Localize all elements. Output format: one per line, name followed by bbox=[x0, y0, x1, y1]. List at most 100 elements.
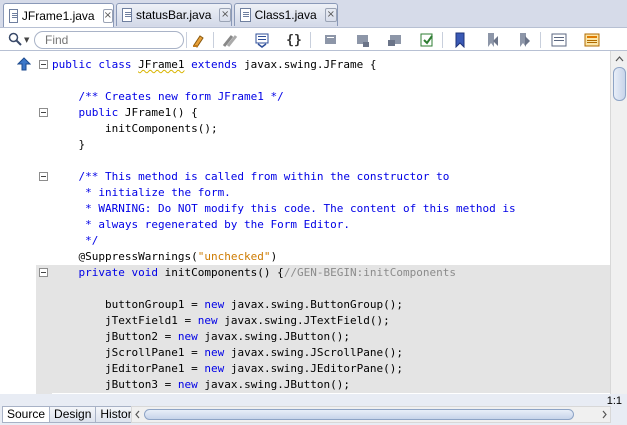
tab-source[interactable]: Source bbox=[2, 406, 50, 423]
code-line[interactable]: @SuppressWarnings("unchecked") bbox=[52, 249, 610, 265]
code-token: new bbox=[177, 378, 205, 391]
code-token: public bbox=[52, 106, 125, 119]
code-line[interactable]: public class JFrame1 extends javax.swing… bbox=[52, 57, 610, 73]
code-line[interactable]: jEditorPane1 = new javax.swing.JEditorPa… bbox=[52, 361, 610, 377]
view-switcher: Source Design History bbox=[2, 406, 143, 423]
previous-bookmark-icon[interactable] bbox=[221, 31, 239, 49]
code-line[interactable]: jScrollPane1 = new javax.swing.JScrollPa… bbox=[52, 345, 610, 361]
code-line[interactable]: /** This method is called from within th… bbox=[52, 169, 610, 185]
code-line[interactable]: public JFrame1() { bbox=[52, 105, 610, 121]
code-line[interactable]: buttonGroup1 = new javax.swing.ButtonGro… bbox=[52, 297, 610, 313]
fold-collapse-icon[interactable] bbox=[39, 60, 48, 69]
shift-left-icon[interactable] bbox=[550, 31, 568, 49]
code-token: private void bbox=[52, 266, 165, 279]
forward-icon[interactable] bbox=[354, 31, 372, 49]
tab-statusbar[interactable]: statusBar.java × bbox=[116, 3, 232, 26]
search-icon[interactable] bbox=[8, 32, 22, 46]
scroll-left-icon[interactable] bbox=[133, 409, 143, 420]
code-token: "unchecked" bbox=[197, 250, 271, 263]
horizontal-scroll-thumb[interactable] bbox=[144, 409, 574, 420]
close-tab-icon[interactable]: × bbox=[102, 8, 113, 23]
next-occurrence-icon[interactable] bbox=[515, 31, 533, 49]
macro-icon[interactable] bbox=[583, 31, 601, 49]
code-token: jButton3 = bbox=[52, 378, 178, 391]
code-token: javax.swing.JButton(); bbox=[204, 330, 351, 343]
fold-collapse-icon[interactable] bbox=[39, 108, 48, 117]
java-file-icon bbox=[122, 8, 133, 22]
code-token: buttonGroup1 = bbox=[52, 298, 205, 311]
tab-class1[interactable]: Class1.java × bbox=[234, 3, 338, 26]
previous-occurrence-icon[interactable] bbox=[483, 31, 501, 49]
code-line[interactable]: * initialize the form. bbox=[52, 185, 610, 201]
toolbar-separator bbox=[186, 32, 187, 48]
code-line[interactable]: jTextField1 = new javax.swing.JTextField… bbox=[52, 313, 610, 329]
code-text[interactable]: public class JFrame1 extends javax.swing… bbox=[52, 51, 610, 394]
code-token: javax.swing.JScrollPane(); bbox=[230, 346, 404, 359]
code-line[interactable]: private void initComponents() {//GEN-BEG… bbox=[52, 265, 610, 281]
code-line[interactable]: * always regenerated by the Form Editor. bbox=[52, 217, 610, 233]
code-token: public class bbox=[52, 58, 139, 71]
close-tab-icon[interactable]: × bbox=[324, 8, 337, 22]
code-line[interactable] bbox=[52, 281, 610, 297]
gutter-highlight bbox=[36, 265, 52, 394]
code-token: /** This method is called from within th… bbox=[52, 170, 450, 183]
code-token: initComponents() { bbox=[164, 266, 284, 279]
tab-design[interactable]: Design bbox=[49, 406, 96, 423]
editor-status-bar: 1:1 Source Design History bbox=[0, 394, 627, 425]
fold-collapse-icon[interactable] bbox=[39, 172, 48, 181]
code-token: javax.swing.JButton(); bbox=[204, 378, 351, 391]
toggle-highlight-icon[interactable] bbox=[190, 31, 208, 49]
go-to-super-implementation-icon[interactable] bbox=[17, 57, 31, 71]
vertical-scrollbar[interactable] bbox=[610, 51, 627, 394]
code-token: @SuppressWarnings( bbox=[52, 250, 198, 263]
fold-collapse-icon[interactable] bbox=[39, 268, 48, 277]
code-token: JFrame1 bbox=[138, 58, 185, 71]
code-token: ) bbox=[270, 250, 278, 263]
code-line[interactable]: } bbox=[52, 137, 610, 153]
code-token: new bbox=[204, 298, 231, 311]
code-token: } bbox=[52, 138, 86, 151]
scroll-right-icon[interactable] bbox=[599, 409, 609, 420]
code-line[interactable]: jButton2 = new javax.swing.JButton(); bbox=[52, 329, 610, 345]
code-token: jEditorPane1 = bbox=[52, 362, 205, 375]
code-line[interactable]: initComponents(); bbox=[52, 121, 610, 137]
code-token: javax.swing.JEditorPane(); bbox=[230, 362, 404, 375]
toggle-braces-icon[interactable]: {} bbox=[285, 31, 303, 49]
code-token: jScrollPane1 = bbox=[52, 346, 205, 359]
tab-label: statusBar.java bbox=[136, 8, 212, 22]
editor-toolbar: ▼ {} bbox=[0, 27, 627, 51]
close-tab-icon[interactable]: × bbox=[219, 8, 231, 22]
code-token: * WARNING: Do NOT modify this code. The … bbox=[52, 202, 516, 215]
toggle-bookmark-icon[interactable] bbox=[451, 31, 469, 49]
code-token: javax.swing.ButtonGroup(); bbox=[230, 298, 404, 311]
code-editor[interactable]: public class JFrame1 extends javax.swing… bbox=[0, 51, 610, 394]
code-line[interactable] bbox=[52, 153, 610, 169]
toolbar-separator bbox=[540, 32, 541, 48]
code-token: new bbox=[197, 314, 225, 327]
code-line[interactable] bbox=[52, 73, 610, 89]
code-token: javax.swing.JTextField(); bbox=[224, 314, 390, 327]
back-icon[interactable] bbox=[322, 31, 340, 49]
code-token: jTextField1 = bbox=[52, 314, 198, 327]
code-line[interactable]: /** Creates new form JFrame1 */ bbox=[52, 89, 610, 105]
search-options-dropdown-icon[interactable]: ▼ bbox=[24, 36, 29, 44]
code-token: extends bbox=[184, 58, 245, 71]
code-token: new bbox=[204, 362, 231, 375]
code-line[interactable]: */ bbox=[52, 233, 610, 249]
next-bookmark-icon[interactable] bbox=[253, 31, 271, 49]
history-icon[interactable] bbox=[386, 31, 404, 49]
scroll-up-icon[interactable] bbox=[613, 53, 626, 66]
last-edit-icon[interactable] bbox=[418, 31, 436, 49]
code-line[interactable]: jButton3 = new javax.swing.JButton(); bbox=[52, 377, 610, 393]
code-token: new bbox=[204, 346, 231, 359]
vertical-scroll-thumb[interactable] bbox=[613, 67, 626, 101]
code-token: */ bbox=[52, 234, 99, 247]
horizontal-scrollbar[interactable] bbox=[131, 406, 611, 423]
code-line[interactable]: * WARNING: Do NOT modify this code. The … bbox=[52, 201, 610, 217]
code-token: * initialize the form. bbox=[52, 186, 231, 199]
search-input[interactable] bbox=[34, 31, 184, 49]
tab-jframe1[interactable]: JFrame1.java × bbox=[3, 3, 114, 27]
code-token: /** Creates new form JFrame1 */ bbox=[52, 90, 284, 103]
find-box: ▼ bbox=[8, 31, 184, 49]
java-file-icon bbox=[240, 8, 251, 22]
